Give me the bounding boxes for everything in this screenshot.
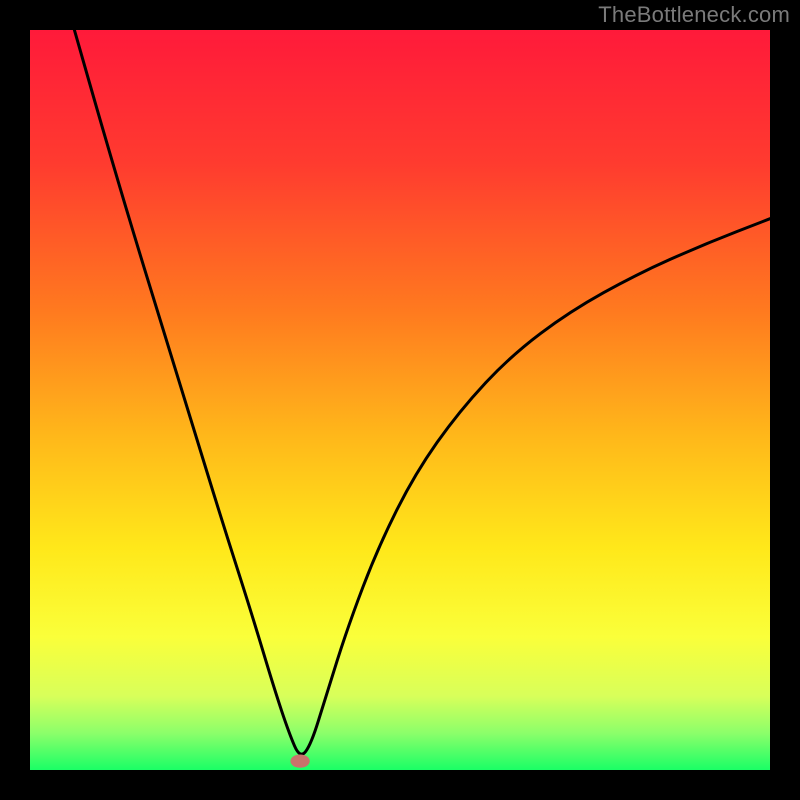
watermark-text: TheBottleneck.com xyxy=(598,2,790,28)
bottleneck-chart xyxy=(0,0,800,800)
plot-background xyxy=(30,30,770,770)
chart-frame: TheBottleneck.com xyxy=(0,0,800,800)
minimum-marker xyxy=(290,754,309,767)
